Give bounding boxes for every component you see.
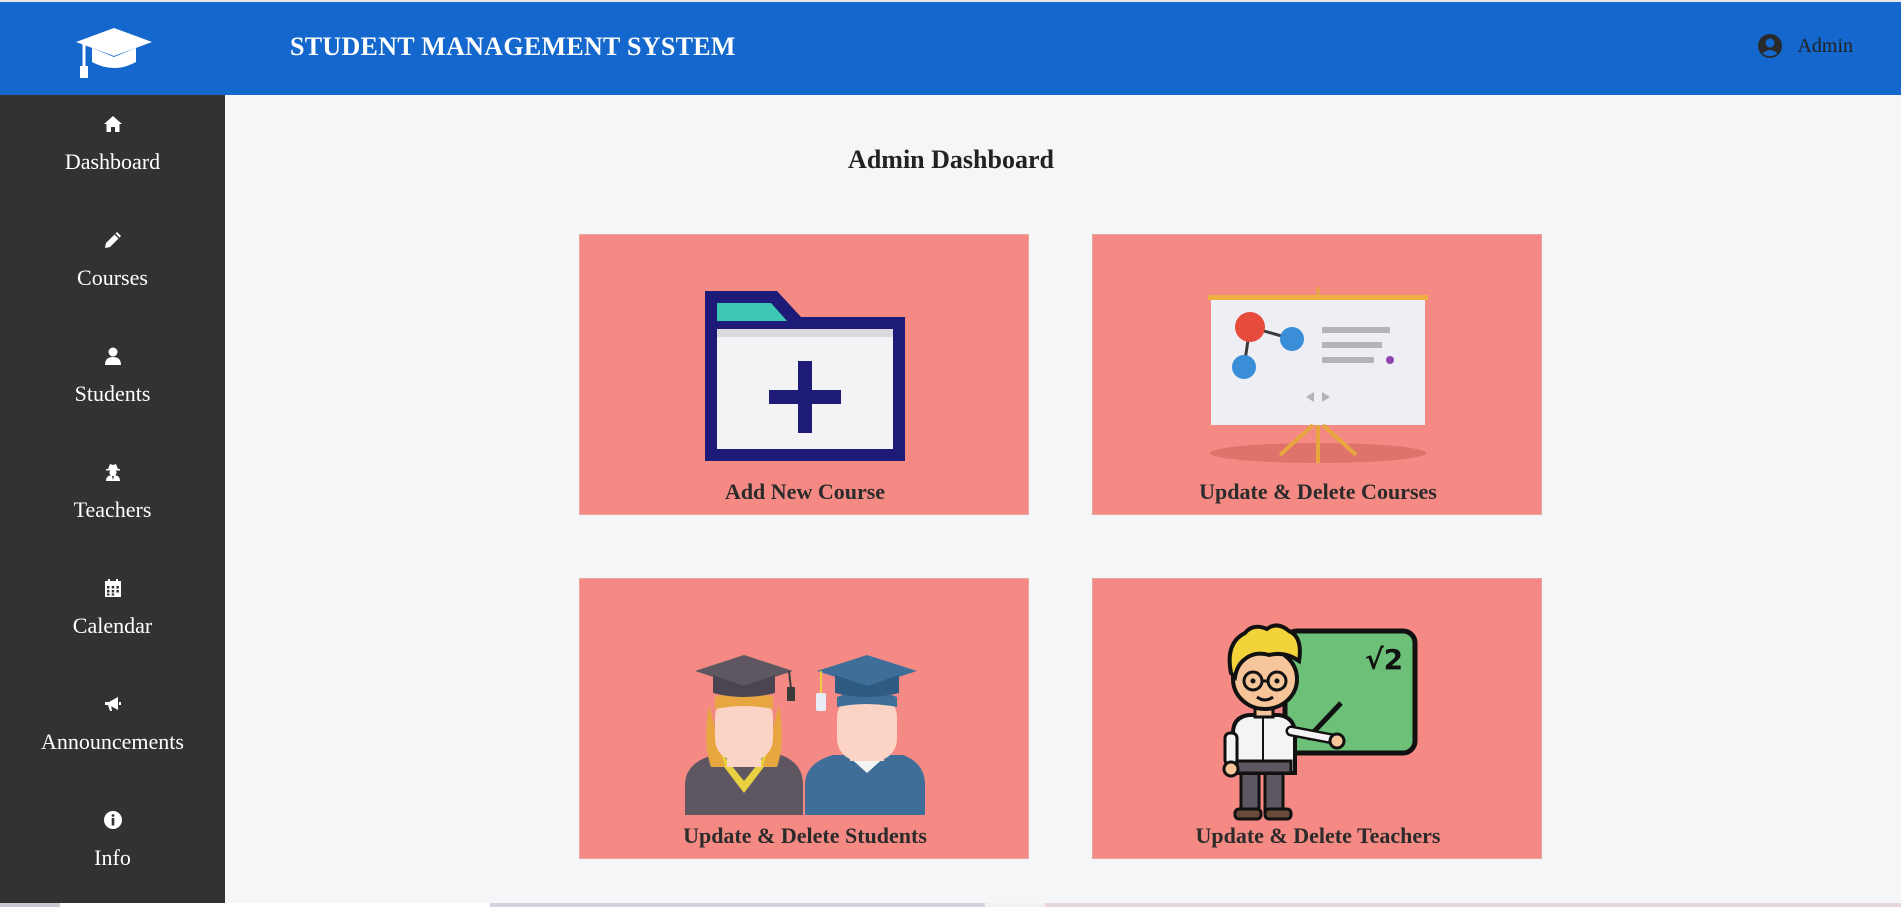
page-title: Admin Dashboard	[848, 145, 1054, 174]
calendar-icon	[102, 577, 124, 599]
sidebar-item-announcements[interactable]: Announcements	[0, 675, 225, 791]
sidebar: Dashboard Courses Students Teachers Cale…	[0, 95, 225, 903]
card-label: Update & Delete Teachers	[1195, 823, 1441, 848]
home-icon	[102, 113, 124, 135]
sidebar-item-label: Calendar	[72, 613, 153, 638]
sidebar-item-label: Teachers	[73, 497, 152, 522]
sidebar-item-calendar[interactable]: Calendar	[0, 559, 225, 675]
sidebar-item-teachers[interactable]: Teachers	[0, 443, 225, 559]
sidebar-item-label: Info	[94, 845, 131, 870]
graduation-cap-icon[interactable]	[74, 24, 154, 80]
user-menu[interactable]: Admin	[1757, 32, 1853, 60]
sidebar-item-courses[interactable]: Courses	[0, 211, 225, 327]
app-title: STUDENT MANAGEMENT SYSTEM	[290, 32, 736, 61]
card-label: Update & Delete Students	[683, 823, 927, 848]
add-course-card[interactable]: Add New Course	[579, 234, 1029, 515]
update-delete-students-card[interactable]: Update & Delete Students	[579, 578, 1029, 859]
sidebar-item-label: Announcements	[41, 729, 184, 754]
user-name: Admin	[1797, 34, 1853, 57]
user-circle-icon	[1757, 33, 1783, 59]
update-delete-courses-card[interactable]: Update & Delete Courses	[1092, 234, 1542, 515]
folder-add-icon	[580, 235, 1030, 465]
graduates-icon	[580, 579, 1030, 815]
top-bar: STUDENT MANAGEMENT SYSTEM Admin	[0, 2, 1901, 95]
sidebar-item-label: Courses	[77, 265, 148, 290]
update-delete-teachers-card[interactable]: √2 Update & Delete Teachers	[1092, 578, 1542, 859]
pencil-icon	[102, 229, 124, 251]
card-label: Add New Course	[724, 479, 886, 504]
info-circle-icon	[102, 809, 124, 831]
card-label: Update & Delete Courses	[1199, 479, 1437, 504]
sidebar-item-students[interactable]: Students	[0, 327, 225, 443]
sidebar-item-label: Students	[74, 381, 151, 406]
bullhorn-icon	[102, 693, 124, 715]
app: STUDENT MANAGEMENT SYSTEM Admin Dashboar…	[0, 0, 1901, 903]
presentation-board-icon	[1093, 235, 1543, 465]
user-icon	[102, 345, 124, 367]
user-secret-icon	[102, 461, 124, 483]
svg-text:√2: √2	[1365, 643, 1403, 676]
main-content: Admin Dashboard Add New Course Update & …	[225, 95, 1901, 903]
teacher-blackboard-icon: √2	[1093, 579, 1543, 821]
sidebar-item-info[interactable]: Info	[0, 791, 225, 907]
bottom-scroll-strip	[0, 903, 1901, 907]
